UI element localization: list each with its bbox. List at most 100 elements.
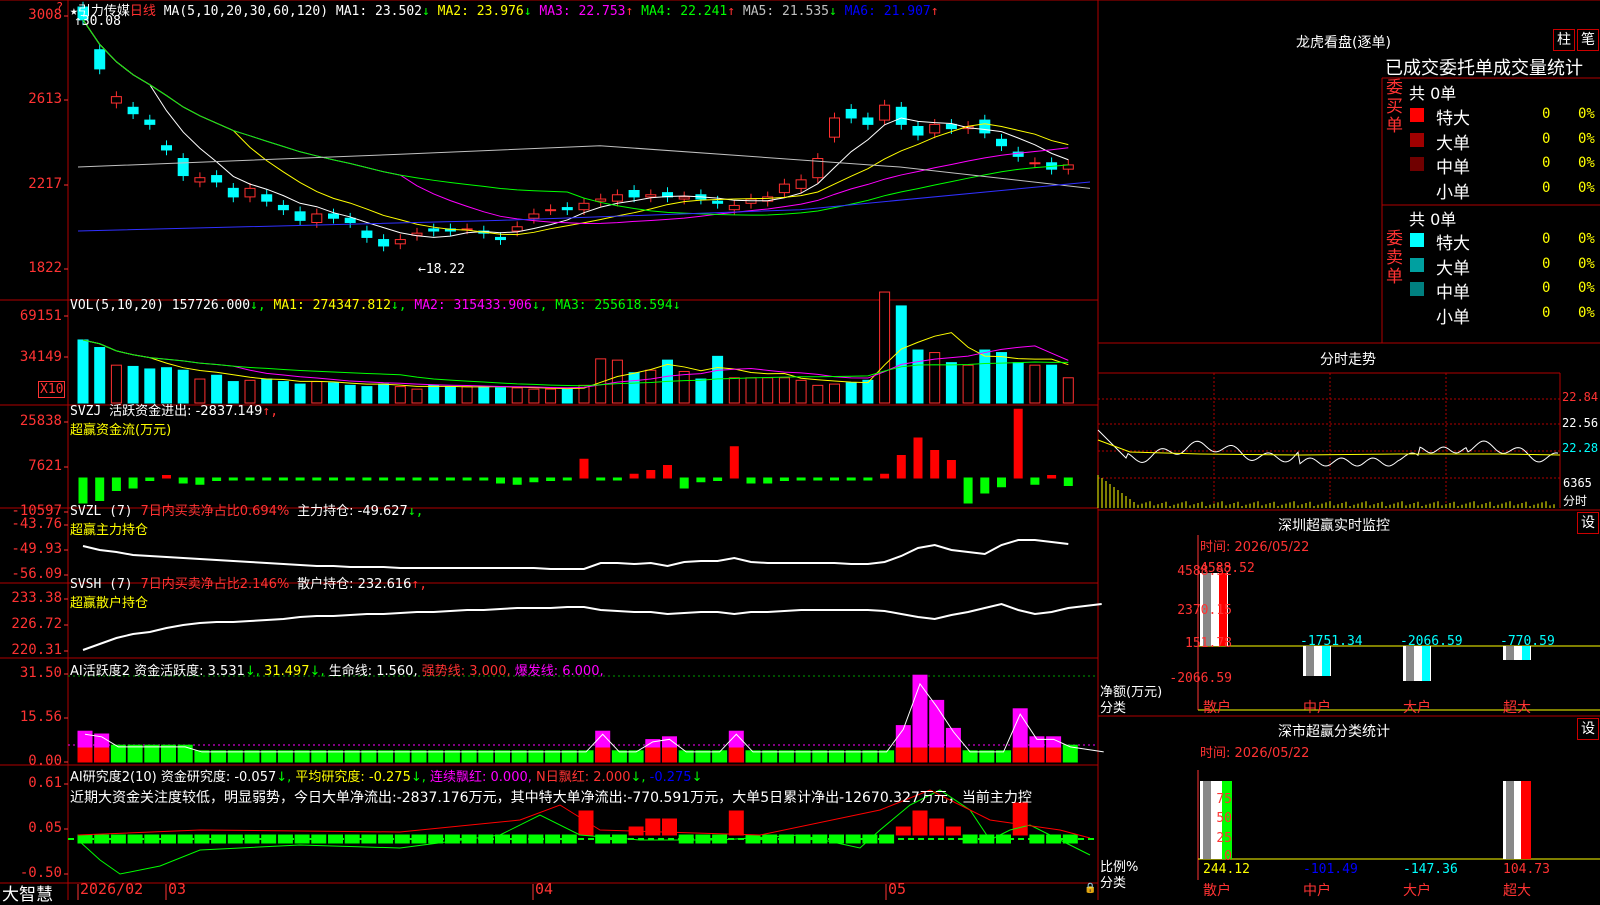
- sell-row-pct-2: 0%: [1578, 280, 1595, 296]
- activity-bar: [277, 750, 293, 763]
- intraday-price-mid: 22.56: [1562, 416, 1599, 430]
- activity-bar: [378, 750, 394, 763]
- activity-bar: [812, 750, 828, 763]
- vol-bar-down: [361, 386, 373, 404]
- candle-down: [628, 189, 640, 198]
- vol-bar-down: [344, 384, 356, 404]
- activity-bar: [127, 744, 143, 763]
- vol-bar-up: [778, 377, 790, 404]
- buy-row-count-1: 0: [1542, 130, 1551, 147]
- activity-bar: [528, 750, 544, 763]
- ai1-header: AI活跃度2 资金活跃度: 3.531↓, 31.497↓, 生命线: 1.56…: [70, 664, 604, 679]
- flow-bar: [1013, 408, 1023, 479]
- candle-up: [929, 123, 941, 134]
- ma-line: [82, 19, 1069, 216]
- activity-bar: [461, 750, 477, 763]
- bar-mode-button[interactable]: 柱: [1553, 29, 1575, 51]
- classify-bar-edge: [1521, 781, 1531, 859]
- activity-bar: [328, 750, 343, 763]
- activity-bar: [428, 750, 444, 763]
- flow-bar: [646, 470, 656, 479]
- x-axis-label-1: 03: [168, 880, 187, 898]
- monitor-settings-button[interactable]: 设: [1577, 512, 1599, 534]
- buy-total: 共 0单: [1409, 84, 1457, 103]
- candle-up: [728, 204, 740, 211]
- candle-up: [1029, 162, 1041, 165]
- monitor-y-tick: 2370.15: [1177, 603, 1232, 618]
- candle-up: [528, 213, 540, 219]
- activity-base-bar: [1012, 747, 1028, 763]
- classify-title: 深市超赢分类统计: [1278, 724, 1390, 740]
- vol-bar-down: [912, 349, 924, 404]
- vol-bar-down: [628, 372, 640, 404]
- intraday-price-high: 22.84: [1562, 390, 1599, 404]
- svsh-y-tick: 220.31: [11, 642, 62, 658]
- candle-down: [945, 123, 957, 130]
- vol-unit-badge[interactable]: X10: [38, 381, 66, 398]
- flow-bar: [496, 477, 505, 484]
- flow-bar: [763, 477, 773, 484]
- candle-up: [394, 239, 406, 245]
- flow-bar: [612, 477, 622, 481]
- svzl-y-tick: -49.93: [11, 541, 62, 557]
- flow-bar: [980, 477, 990, 494]
- monitor-time: 时间: 2026/05/22: [1200, 540, 1310, 555]
- buy-row-pct-1: 0%: [1578, 130, 1595, 147]
- sell-row-name-1: 大单: [1436, 258, 1470, 279]
- flow-bar: [880, 473, 890, 479]
- vol-bar-down: [845, 382, 857, 404]
- vol-bar-up: [812, 384, 824, 404]
- activity-bar: [110, 744, 126, 763]
- vol-bar-down: [144, 368, 156, 404]
- vol-bar-up: [511, 387, 523, 404]
- monitor-bar-value-2: -2066.59: [1400, 634, 1463, 649]
- vol-bar-down: [561, 388, 573, 404]
- monitor-bar-edge: [1322, 646, 1330, 676]
- sell-row-name-2: 中单: [1436, 283, 1470, 303]
- buy-swatch-1: [1410, 132, 1424, 147]
- ma-value-3: MA3: 22.753: [531, 4, 626, 19]
- vol-bar-up: [311, 381, 323, 404]
- activity-bar: [845, 750, 861, 763]
- monitor-xlabel: 分类: [1100, 701, 1127, 716]
- activity-bar: [227, 750, 243, 763]
- vol-bar-down: [444, 386, 456, 404]
- candle-up: [511, 226, 523, 232]
- classify-settings-button[interactable]: 设: [1577, 718, 1599, 740]
- activity-bar: [996, 750, 1011, 763]
- stock-period[interactable]: 日线: [130, 4, 156, 19]
- activity-bar: [795, 750, 811, 763]
- monitor-cat-1: 中户: [1303, 700, 1331, 716]
- candle-down: [277, 204, 289, 211]
- monitor-title: 深圳超赢实时监控: [1278, 518, 1390, 534]
- activity-bar: [194, 750, 210, 763]
- flow-bar: [145, 477, 155, 481]
- buy-row-name-2: 中单: [1436, 158, 1470, 178]
- candle-down: [378, 239, 390, 247]
- main-header: ★引力传媒日线 MA(5,10,20,30,60,120) MA1: 23.50…: [70, 0, 939, 19]
- flow-bar: [546, 477, 556, 481]
- candle-down: [996, 138, 1007, 147]
- flow-bar: [529, 477, 539, 483]
- ai1-y-tick: 0.00: [28, 753, 62, 769]
- activity-bar: [511, 750, 527, 763]
- ma-label: MA(5,10,20,30,60,120): [163, 4, 329, 19]
- candle-up: [678, 196, 690, 200]
- vol-bar-down: [328, 382, 339, 404]
- sell-row-pct-0: 0%: [1578, 231, 1595, 247]
- candle-down: [895, 106, 907, 125]
- flow-bar: [813, 477, 823, 481]
- tick-mode-button[interactable]: 笔: [1577, 29, 1599, 51]
- vol-bar-down: [478, 386, 490, 404]
- flow-bar: [412, 477, 422, 481]
- buy-swatch-3: [1410, 181, 1424, 196]
- vol-bar-down: [277, 381, 289, 404]
- buy-swatch-0: [1410, 108, 1424, 122]
- svzl-y-tick: -43.76: [11, 516, 62, 532]
- monitor-cat-2: 大户: [1403, 700, 1431, 716]
- ai1-y-tick: 15.56: [19, 709, 62, 725]
- candle-up: [611, 194, 623, 202]
- activity-bar: [361, 750, 377, 763]
- flow-bar: [329, 477, 338, 481]
- ai2-y-tick: -0.50: [19, 865, 62, 881]
